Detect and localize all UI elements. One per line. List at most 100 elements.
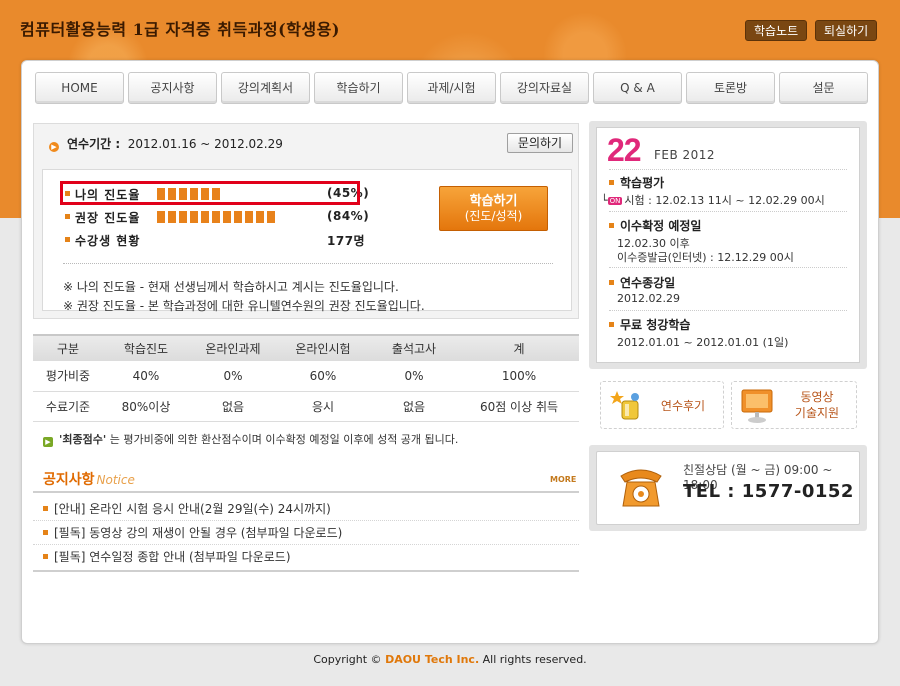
- schedule-title: 무료 청강학습: [609, 316, 690, 333]
- table-row: 평가비중 40% 0% 60% 0% 100%: [33, 361, 579, 392]
- student-count-row: 수강생 현황 177명: [65, 231, 365, 249]
- divider: [33, 520, 579, 521]
- final-score-text: 는 평가비중에 의한 환산점수이며 이수확정 예정일 이후에 성적 공개 됩니다…: [109, 433, 459, 446]
- divider: [609, 169, 847, 170]
- video-support-label: 동영상 기술지원: [794, 390, 840, 420]
- table-header-row: 구분 학습진도 온라인과제 온라인시험 출석고사 계: [33, 334, 579, 361]
- table-cell: 응시: [277, 391, 369, 422]
- recommended-progress-label: 권장 진도율: [75, 211, 141, 225]
- table-cell: 60%: [277, 361, 369, 392]
- student-count-value: 177명: [327, 234, 366, 248]
- nav-lecture-materials[interactable]: 강의자료실: [500, 72, 589, 104]
- schedule-text: └ ON 시험 : 12.02.13 11시 ~ 12.02.29 00시: [601, 194, 825, 207]
- table-cell: 없음: [189, 391, 277, 422]
- nav-notice[interactable]: 공지사항: [128, 72, 217, 104]
- training-period-section: ▶ 연수기간 : 2012.01.16 ~ 2012.02.29 문의하기 나의 …: [33, 123, 579, 319]
- inquiry-button[interactable]: 문의하기: [507, 133, 573, 153]
- start-study-sublabel: (진도/성적): [464, 209, 523, 223]
- bullet-icon: [43, 530, 48, 535]
- schedule-title: 연수종강일: [609, 274, 675, 291]
- arrow-icon: ▶: [49, 142, 59, 152]
- highlight-box: [60, 181, 360, 205]
- table-row: 수료기준 80%이상 없음 응시 없음 60점 이상 취득: [33, 391, 579, 422]
- table-cell: 평가비중: [33, 361, 103, 392]
- column-header: 계: [459, 334, 579, 361]
- period-label: 연수기간 :: [67, 137, 121, 151]
- divider: [33, 570, 579, 572]
- start-study-button[interactable]: 학습하기 (진도/성적): [439, 186, 548, 231]
- calendar-card: 22 FEB 2012 학습평가 └ ON 시험 : 12.02.13 11시 ~ …: [596, 127, 860, 363]
- bullet-icon: [65, 214, 70, 219]
- footer-brand: DAOU Tech Inc.: [385, 653, 480, 666]
- start-study-label: 학습하기: [469, 194, 518, 209]
- table-cell: 80%이상: [103, 391, 189, 422]
- footer: Copyright © DAOU Tech Inc. All rights re…: [0, 653, 900, 666]
- main-panel: HOME 공지사항 강의계획서 학습하기 과제/시험 강의자료실 Q & A 토…: [21, 60, 879, 644]
- bullet-icon: [43, 506, 48, 511]
- column-header: 온라인과제: [189, 334, 277, 361]
- bullet-icon: [609, 223, 614, 228]
- recommended-progress-row: 권장 진도율 (84%): [65, 208, 370, 226]
- nav-survey[interactable]: 설문: [779, 72, 868, 104]
- nav-discussion[interactable]: 토론방: [686, 72, 775, 104]
- my-progress-note: ※ 나의 진도율 - 현재 선생님께서 학습하시고 계시는 진도율입니다.: [63, 280, 399, 294]
- review-card[interactable]: 연수후기: [600, 381, 724, 429]
- table-cell: 0%: [369, 361, 459, 392]
- footer-prefix: Copyright ©: [313, 653, 382, 666]
- table-cell: 없음: [369, 391, 459, 422]
- period-range: 2012.01.16 ~ 2012.02.29: [127, 137, 283, 151]
- nav-home[interactable]: HOME: [35, 72, 124, 104]
- divider: [609, 211, 847, 212]
- notice-item-title: [필독] 동영상 강의 재생이 안될 경우 (첨부파일 다운로드): [54, 526, 343, 540]
- video-support-card[interactable]: 동영상 기술지원: [731, 381, 857, 429]
- notice-title: 공지사항: [43, 472, 95, 488]
- logout-button[interactable]: 퇴실하기: [815, 20, 878, 41]
- notice-item[interactable]: [안내] 온라인 시험 응시 안내(2월 29일(수) 24시까지): [43, 500, 331, 517]
- table-cell: 100%: [459, 361, 579, 392]
- notice-item-title: [안내] 온라인 시험 응시 안내(2월 29일(수) 24시까지): [54, 502, 331, 516]
- recommended-progress-note: ※ 권장 진도율 - 본 학습과정에 대한 유니텔연수원의 권장 진도율입니다.: [63, 299, 425, 313]
- calendar-section: 22 FEB 2012 학습평가 └ ON 시험 : 12.02.13 11시 ~ …: [589, 121, 867, 369]
- schedule-text: 2012.01.01 ~ 2012.01.01 (1일): [617, 336, 789, 349]
- nav-qna[interactable]: Q & A: [593, 72, 682, 104]
- contact-phone: TEL : 1577-0152: [683, 481, 854, 502]
- nav-syllabus[interactable]: 강의계획서: [221, 72, 310, 104]
- notice-heading: 공지사항 Notice: [43, 469, 135, 489]
- table-cell: 40%: [103, 361, 189, 392]
- telephone-icon: [620, 469, 662, 507]
- column-header: 학습진도: [103, 334, 189, 361]
- student-count-label: 수강생 현황: [75, 234, 141, 248]
- notice-more-link[interactable]: MORE: [550, 475, 576, 484]
- nav-assignment-exam[interactable]: 과제/시험: [407, 72, 496, 104]
- bullet-icon: [609, 322, 614, 327]
- divider: [33, 491, 579, 493]
- table-cell: 수료기준: [33, 391, 103, 422]
- monitor-icon: [741, 389, 773, 423]
- progress-box: 나의 진도율 (45%) 권장 진도율 (84%) 수강생 현황 177명 학습…: [42, 169, 572, 313]
- divider: [609, 310, 847, 311]
- column-header: 출석고사: [369, 334, 459, 361]
- schedule-title: 이수확정 예정일: [609, 217, 701, 234]
- nav-study[interactable]: 학습하기: [314, 72, 403, 104]
- page-title: 컴퓨터활용능력 1급 자격증 취득과정(학생용): [20, 20, 340, 39]
- bullet-icon: [609, 280, 614, 285]
- training-period: ▶ 연수기간 : 2012.01.16 ~ 2012.02.29: [49, 135, 283, 152]
- recommended-progress-value: (84%): [327, 209, 370, 223]
- bullet-icon: [43, 554, 48, 559]
- notice-item[interactable]: [필독] 동영상 강의 재생이 안될 경우 (첨부파일 다운로드): [43, 524, 342, 541]
- contact-section: 친절상담 (월 ~ 금) 09:00 ~ 18:00 TEL : 1577-01…: [589, 445, 867, 531]
- final-score-keyword: '최종점수': [59, 433, 107, 446]
- study-note-button[interactable]: 학습노트: [745, 20, 808, 41]
- table-cell: 60점 이상 취득: [459, 391, 579, 422]
- column-header: 구분: [33, 334, 103, 361]
- notice-item[interactable]: [필독] 연수일정 종합 안내 (첨부파일 다운로드): [43, 548, 291, 565]
- on-badge: ON: [607, 197, 623, 205]
- contact-card: 친절상담 (월 ~ 금) 09:00 ~ 18:00 TEL : 1577-01…: [596, 451, 860, 525]
- column-header: 온라인시험: [277, 334, 369, 361]
- schedule-title: 학습평가: [609, 174, 664, 191]
- arrow-icon: ▶: [43, 437, 53, 447]
- bullet-icon: [65, 237, 70, 242]
- calendar-day: 22: [607, 132, 642, 168]
- review-label: 연수후기: [660, 399, 706, 413]
- evaluation-table: 구분 학습진도 온라인과제 온라인시험 출석고사 계 평가비중 40% 0% 6…: [33, 334, 579, 422]
